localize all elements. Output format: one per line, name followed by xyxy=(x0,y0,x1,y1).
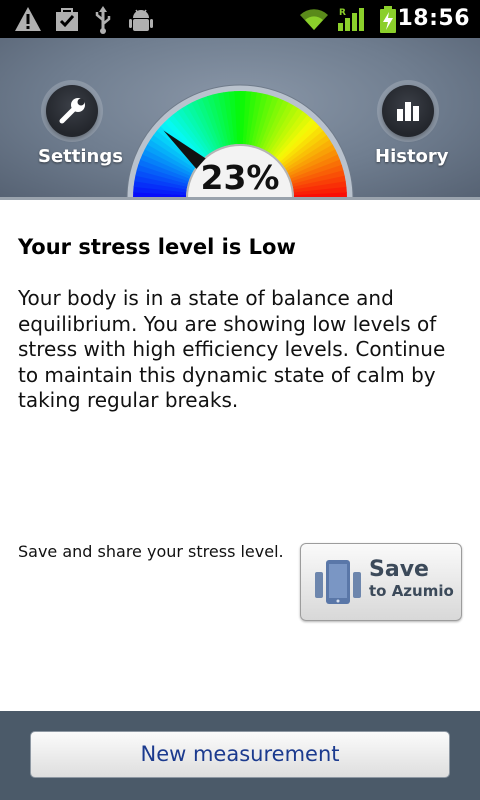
phone-save-icon xyxy=(315,560,361,604)
clock: 18:56 xyxy=(397,6,470,31)
settings-button[interactable] xyxy=(46,85,98,137)
battery-charging-icon xyxy=(378,6,398,38)
status-bar: R 18:56 xyxy=(0,0,480,38)
signal-icon: R xyxy=(337,6,365,36)
wrench-icon xyxy=(59,98,85,124)
stress-level-title: Your stress level is Low xyxy=(18,235,296,259)
save-sublabel: to Azumio xyxy=(369,582,454,600)
stress-gauge: 23% xyxy=(125,81,355,198)
history-button[interactable] xyxy=(382,85,434,137)
usb-icon xyxy=(93,6,113,38)
android-debug-icon xyxy=(128,6,154,38)
bottom-bar: New measurement xyxy=(0,711,480,800)
header-divider xyxy=(0,197,480,200)
wifi-icon xyxy=(298,6,330,36)
share-prompt: Save and share your stress level. xyxy=(18,542,284,561)
warning-icon xyxy=(14,6,42,36)
bar-chart-icon xyxy=(397,102,419,121)
settings-label[interactable]: Settings xyxy=(38,146,123,167)
svg-text:R: R xyxy=(339,8,346,18)
stress-description: Your body is in a state of balance and e… xyxy=(18,286,446,412)
history-label[interactable]: History xyxy=(375,146,449,167)
new-measurement-button[interactable]: New measurement xyxy=(30,731,450,778)
header-panel: Settings History 23% xyxy=(0,38,480,198)
save-label: Save xyxy=(369,557,429,582)
save-to-azumio-button[interactable]: Save to Azumio xyxy=(300,543,462,621)
bag-check-icon xyxy=(54,6,80,36)
gauge-percent: 23% xyxy=(201,158,280,197)
